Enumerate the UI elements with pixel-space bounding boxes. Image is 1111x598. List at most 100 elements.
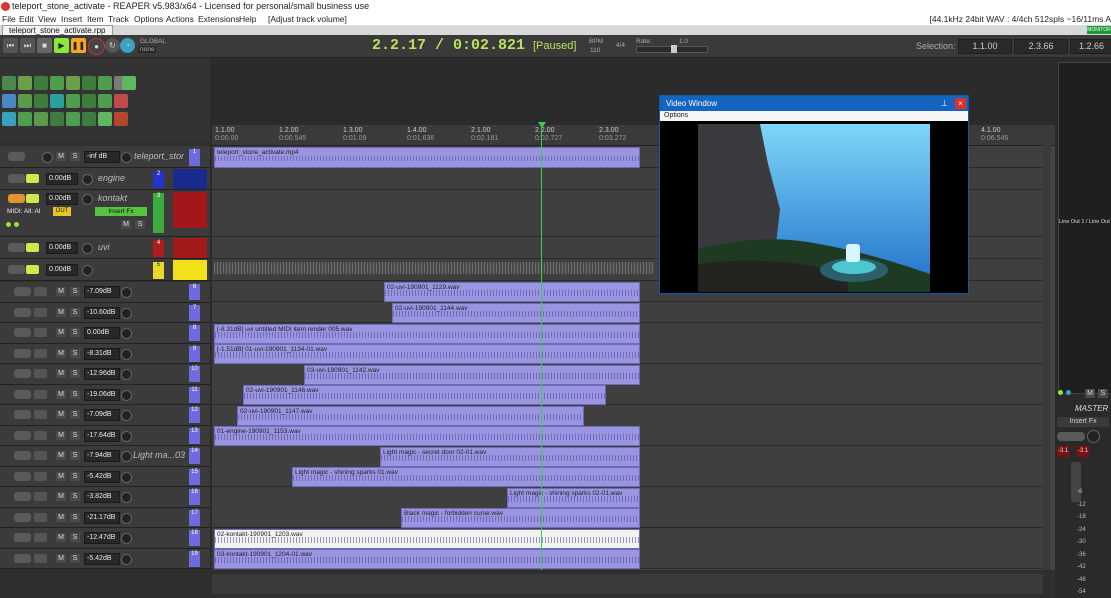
pause-icon[interactable]: ❚❚	[71, 38, 86, 53]
monitor-icon[interactable]	[34, 348, 47, 358]
pan-knob[interactable]	[121, 512, 132, 524]
menu-help[interactable]: Help	[239, 13, 256, 25]
play-cursor-marker-icon[interactable]	[538, 122, 546, 128]
video-window[interactable]: Video Window ⊥ × Options	[659, 95, 969, 294]
media-item[interactable]: Black magic - forbidden curse.wav	[401, 508, 640, 528]
track-header[interactable]: 0.00dB 5	[0, 259, 210, 281]
track-header[interactable]: M S -3.82dB 16	[0, 487, 210, 508]
automation-icon[interactable]: ◔	[120, 38, 135, 53]
toolbar-icon[interactable]	[82, 112, 96, 126]
mute-button[interactable]: M	[56, 348, 66, 358]
toolbar-icon[interactable]	[2, 94, 16, 108]
horizontal-scrollbar[interactable]	[212, 574, 1043, 594]
pan-knob[interactable]	[121, 307, 132, 319]
monitor-icon[interactable]	[34, 553, 47, 563]
volume-fader[interactable]: -7.09dB	[84, 286, 120, 298]
record-arm-icon[interactable]	[8, 194, 25, 203]
toolbar-icon[interactable]	[34, 76, 48, 90]
menu-edit[interactable]: Edit	[19, 13, 34, 25]
media-item[interactable]: 03-uvi-190901_1142.wav	[304, 365, 640, 385]
volume-fader[interactable]: -5.42dB	[84, 552, 120, 565]
solo-button[interactable]: S	[70, 451, 80, 460]
pin-icon[interactable]: ⊥	[941, 96, 948, 111]
pan-knob[interactable]	[121, 287, 132, 298]
monitor-icon[interactable]	[34, 369, 47, 378]
kontakt-logo-icon[interactable]	[173, 192, 207, 228]
media-item[interactable]: 02-uvi-190901_1129.wav	[384, 282, 640, 302]
media-item[interactable]: 01-engine-190901_1153.wav	[214, 426, 640, 446]
midi-input-select[interactable]: MIDI: All: Al	[7, 208, 40, 215]
solo-button[interactable]: S	[70, 471, 80, 481]
toolbar-icon[interactable]	[34, 112, 48, 126]
bpm-value[interactable]: 110	[590, 47, 600, 54]
record-arm-icon[interactable]	[14, 328, 31, 337]
master-fader[interactable]	[1071, 462, 1081, 502]
track-header[interactable]: M S -21.17dB 17	[0, 507, 210, 528]
pan-knob[interactable]	[121, 348, 132, 360]
toolbar-icon[interactable]	[114, 94, 128, 108]
track-header[interactable]: M S -17.64dB 13	[0, 425, 210, 446]
monitor-icon[interactable]	[34, 430, 47, 440]
track-name[interactable]: engine	[98, 173, 125, 183]
pan-knob[interactable]	[121, 328, 132, 339]
track-name[interactable]: Light ma...03	[133, 450, 185, 460]
media-item[interactable]: 02-kontakt-190901_1203.wav	[214, 529, 640, 549]
mute-button[interactable]: M	[56, 533, 66, 542]
media-item[interactable]: Light magic - shining sparks 02-01.wav	[507, 488, 640, 508]
toolbar-icon[interactable]	[114, 112, 128, 126]
mute-button[interactable]: M	[56, 410, 66, 419]
close-icon[interactable]: ×	[955, 98, 966, 109]
mute-button[interactable]: M	[56, 471, 66, 481]
solo-button[interactable]: S	[70, 430, 80, 440]
master-mute-button[interactable]: M	[1085, 389, 1095, 398]
solo-button[interactable]: S	[70, 492, 80, 501]
track-header[interactable]: M S -5.42dB 19	[0, 548, 210, 569]
monitor-icon[interactable]	[34, 287, 47, 296]
master-output-select[interactable]: Line Out 1 / Line Out	[1059, 219, 1110, 225]
record-arm-icon[interactable]	[8, 243, 25, 252]
volume-fader[interactable]: -7.09dB	[84, 409, 120, 421]
track-header[interactable]: 0.00dB uvi 4	[0, 237, 210, 259]
volume-fader[interactable]: 0.00dB	[46, 242, 78, 254]
pan-knob[interactable]	[121, 533, 132, 544]
monitor-icon[interactable]	[34, 512, 47, 522]
toolbar-icon[interactable]	[82, 76, 96, 90]
pan-knob[interactable]	[121, 451, 132, 462]
record-arm-icon[interactable]	[14, 287, 31, 296]
media-item[interactable]: 02-uvi-190901_1147.wav	[237, 406, 584, 426]
master-solo-button[interactable]: S	[1098, 389, 1108, 398]
pan-knob[interactable]	[121, 430, 132, 442]
mute-button[interactable]: M	[56, 430, 66, 440]
toolbar-icon[interactable]	[18, 94, 32, 108]
monitor-icon[interactable]	[34, 471, 47, 481]
toolbar-icon[interactable]	[18, 76, 32, 90]
fx-thumbnail[interactable]	[173, 169, 207, 189]
volume-fader[interactable]: 0.00dB	[46, 264, 78, 276]
volume-fader[interactable]: -3.82dB	[84, 491, 120, 503]
toolbar-icon[interactable]	[50, 76, 64, 90]
track-header[interactable]: M S -7.09dB 12	[0, 405, 210, 426]
phase-icon[interactable]	[42, 152, 53, 163]
master-rec-icon[interactable]	[1057, 432, 1085, 441]
time-display[interactable]: 2.2.17 / 0:02.821	[372, 37, 525, 54]
solo-button[interactable]: S	[70, 287, 80, 296]
media-item[interactable]: Light magic - secret door 02-01.wav	[380, 447, 640, 467]
repeat-icon[interactable]: ↻	[105, 38, 120, 53]
record-arm-icon[interactable]	[14, 369, 31, 378]
video-window-titlebar[interactable]: Video Window ⊥ ×	[660, 96, 968, 111]
play-icon[interactable]: ▶	[54, 38, 69, 53]
record-arm-icon[interactable]	[14, 533, 31, 542]
rate-slider[interactable]	[636, 45, 708, 53]
track-name[interactable]: teleport_stor	[134, 151, 184, 161]
record-arm-icon[interactable]	[8, 152, 25, 161]
solo-button[interactable]: S	[70, 533, 80, 542]
toolbar-icon[interactable]	[50, 112, 64, 126]
pan-knob[interactable]	[82, 243, 93, 254]
menu-file[interactable]: File	[2, 13, 16, 25]
volume-fader[interactable]: -5.42dB	[84, 470, 120, 483]
selection-start[interactable]: 1.1.00	[958, 39, 1012, 54]
record-arm-icon[interactable]	[14, 389, 31, 399]
go-to-end-icon[interactable]: ⏭	[20, 38, 35, 53]
solo-button[interactable]: S	[70, 152, 80, 161]
volume-fader[interactable]: -inf dB	[84, 151, 120, 163]
